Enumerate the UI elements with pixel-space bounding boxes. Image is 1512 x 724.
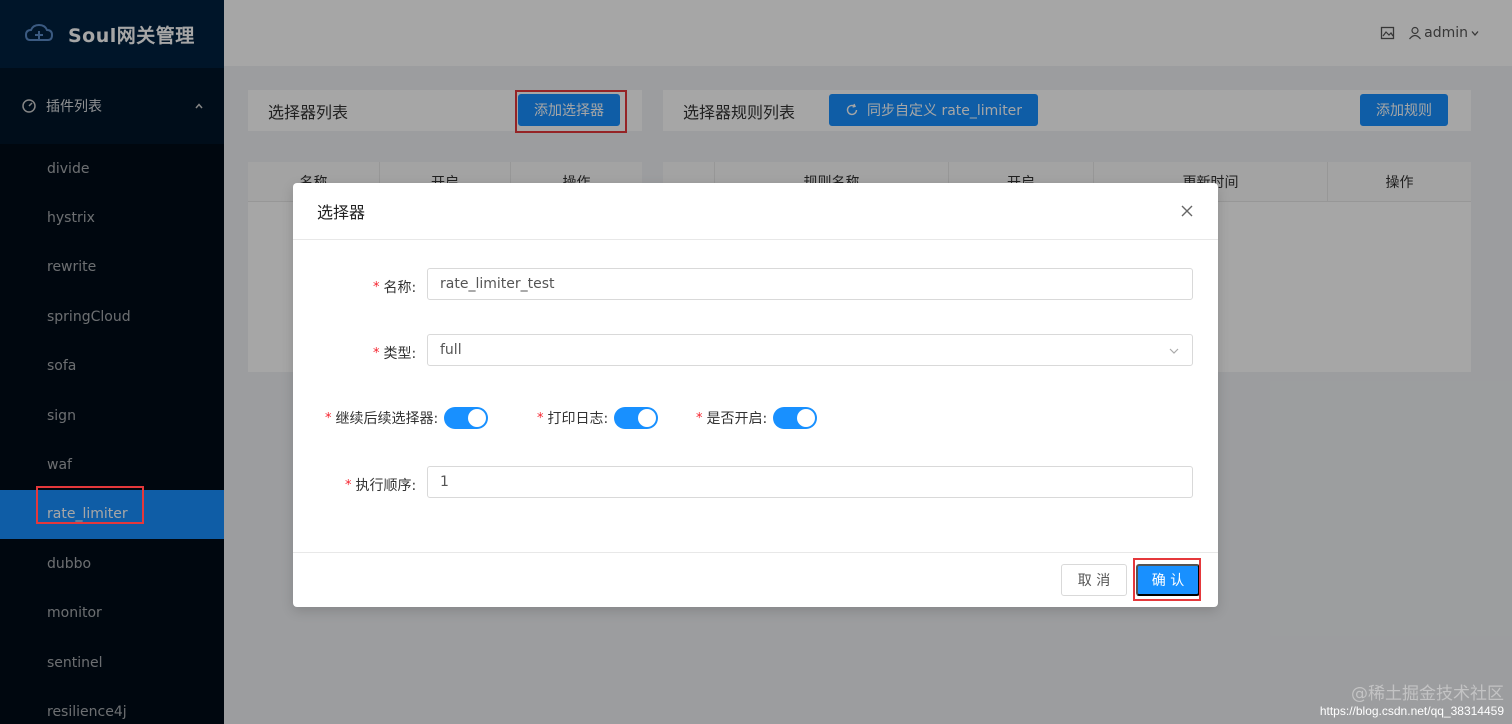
log-label: 打印日志: [547, 411, 609, 427]
type-label: 类型: [383, 346, 417, 362]
required-mark: * [373, 279, 380, 295]
order-input[interactable]: 1 [427, 466, 1193, 498]
modal-header: 选择器 [293, 183, 1218, 240]
log-switch[interactable] [614, 407, 659, 429]
name-form-item: * 名称: [373, 277, 416, 297]
continued-form-item: * 继续后续选择器: [325, 407, 489, 429]
watermark: @稀土掘金技术社区 https://blog.csdn.net/qq_38314… [1320, 679, 1504, 718]
order-label: 执行顺序: [355, 478, 417, 494]
watermark-line1: @稀土掘金技术社区 [1351, 684, 1504, 704]
required-mark: * [696, 410, 703, 426]
cancel-button[interactable]: 取 消 [1061, 564, 1127, 596]
name-label: 名称: [383, 280, 417, 296]
order-form-item: * 执行顺序: [345, 475, 416, 495]
chevron-down-icon [1169, 348, 1179, 354]
type-form-item: * 类型: [373, 343, 416, 363]
continued-switch[interactable] [444, 407, 489, 429]
required-mark: * [373, 345, 380, 361]
required-mark: * [537, 410, 544, 426]
name-input[interactable]: rate_limiter_test [427, 268, 1193, 300]
watermark-line2: https://blog.csdn.net/qq_38314459 [1319, 704, 1504, 718]
enabled-switch[interactable] [773, 407, 818, 429]
required-mark: * [345, 477, 352, 493]
enabled-form-item: * 是否开启: [696, 407, 818, 429]
type-select-value: full [440, 342, 462, 358]
confirm-button[interactable]: 确 认 [1136, 564, 1200, 596]
modal-title: 选择器 [317, 203, 366, 222]
continued-label: 继续后续选择器: [335, 411, 439, 427]
modal-footer: 取 消 确 认 [293, 552, 1218, 607]
close-icon[interactable] [1180, 204, 1194, 218]
selector-modal: 选择器 * 名称: rate_limiter_test * 类型: full *… [293, 183, 1218, 607]
type-select[interactable]: full [427, 334, 1193, 366]
log-form-item: * 打印日志: [537, 407, 659, 429]
required-mark: * [325, 410, 332, 426]
enabled-label: 是否开启: [706, 411, 768, 427]
